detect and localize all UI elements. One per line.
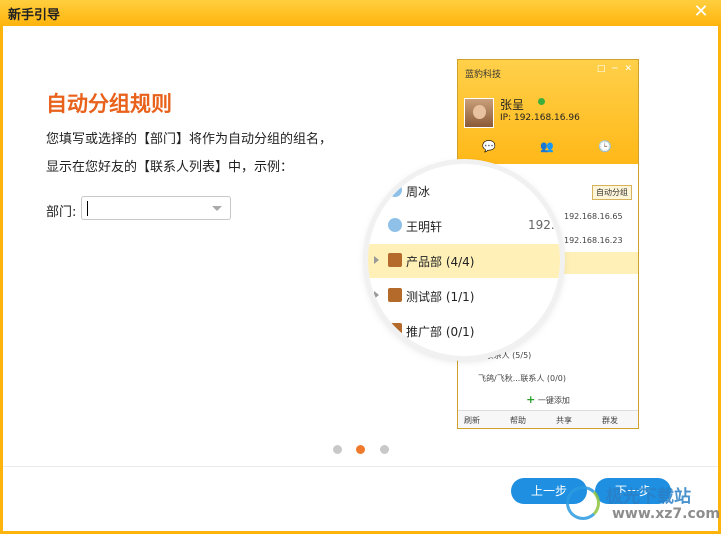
lens-row-label: 周冰 (406, 185, 431, 199)
watermark-site-name: 极光下载站 (606, 487, 691, 507)
preview-header: 蓝豹科技 □ ─ ✕ 张呈 IP: 192.168.16.96 💬 👥 🕒 (458, 60, 638, 164)
lens-row-label: 测试部 (1/1) (406, 290, 475, 304)
person-icon (388, 218, 402, 232)
chevron-down-icon[interactable] (212, 206, 222, 211)
plus-icon: + (526, 393, 536, 406)
page-heading: 自动分组规则 (46, 92, 172, 116)
book-icon (388, 288, 402, 302)
description-line-1: 您填写或选择的【部门】将作为自动分组的组名， (46, 132, 333, 147)
close-icon[interactable]: ✕ (691, 2, 711, 22)
divider (3, 466, 718, 467)
text-caret (87, 201, 88, 216)
share-label: 共享 (556, 416, 572, 425)
lens-row-highlighted: 产品部 (4/4) (368, 244, 560, 278)
preview-user-ip: IP: 192.168.16.96 (500, 113, 580, 123)
preview-avatar (464, 98, 494, 128)
window-border-left (0, 26, 3, 534)
title-bar: 新手引导 ✕ (0, 0, 721, 26)
magnifier-lens: 周冰 王明轩 192. 产品部 (4/4) 测试部 (1/1) 推广部 (0/1… (368, 164, 560, 356)
one-click-add-label: 一键添加 (537, 396, 570, 405)
lens-row-ip: 192. (528, 218, 555, 232)
refresh-label: 刷新 (464, 416, 480, 425)
list-item-ip: 192.168.16.65 (564, 212, 623, 221)
lens-row: 推广部 (0/1) (368, 314, 560, 348)
expand-triangle-icon (374, 291, 379, 299)
preview-user-name: 张呈 (500, 98, 525, 112)
department-combobox[interactable] (81, 196, 231, 220)
book-icon (388, 253, 402, 267)
lens-row: 测试部 (1/1) (368, 279, 560, 313)
group-row: ...联系人 (5/5) (478, 351, 532, 360)
lens-row: 周冰 (368, 174, 560, 208)
list-item-ip: 192.168.16.23 (564, 236, 623, 245)
page-dot-2-active[interactable] (356, 445, 365, 454)
page-dot-1[interactable] (333, 445, 342, 454)
description-line-2: 显示在您好友的【联系人列表】中，示例： (46, 160, 294, 175)
online-status-icon (538, 98, 545, 105)
auto-group-button: 自动分组 (592, 185, 632, 200)
help-label: 帮助 (510, 416, 526, 425)
broadcast-label: 群发 (602, 416, 618, 425)
book-icon (388, 323, 402, 337)
page-dot-3[interactable] (380, 445, 389, 454)
department-label: 部门: (46, 205, 77, 220)
contacts-tab-icon: 👥 (540, 140, 554, 153)
window-title: 新手引导 (8, 8, 61, 23)
chat-tab-icon: 💬 (482, 140, 496, 153)
one-click-add: + 一键添加 (458, 393, 638, 406)
preview-app-name: 蓝豹科技 (465, 70, 502, 80)
watermark-logo-icon (566, 486, 600, 520)
watermark-url: www.xz7.com (612, 506, 720, 522)
watermark: 极光下载站 www.xz7.com (566, 480, 720, 526)
preview-bottom-toolbar: 刷新 帮助 共享 群发 (458, 410, 638, 428)
preview-window-buttons: □ ─ ✕ (596, 64, 634, 74)
lens-row-label: 推广部 (0/1) (406, 325, 475, 339)
history-tab-icon: 🕒 (598, 140, 612, 153)
group-row: 飞鸽/飞秋...联系人 (0/0) (478, 374, 566, 383)
lens-row-label: 产品部 (4/4) (406, 255, 475, 269)
person-icon (388, 183, 402, 197)
expand-triangle-icon (374, 256, 379, 264)
lens-row-label: 王明轩 (406, 220, 443, 234)
lens-row: 王明轩 192. (368, 209, 560, 243)
